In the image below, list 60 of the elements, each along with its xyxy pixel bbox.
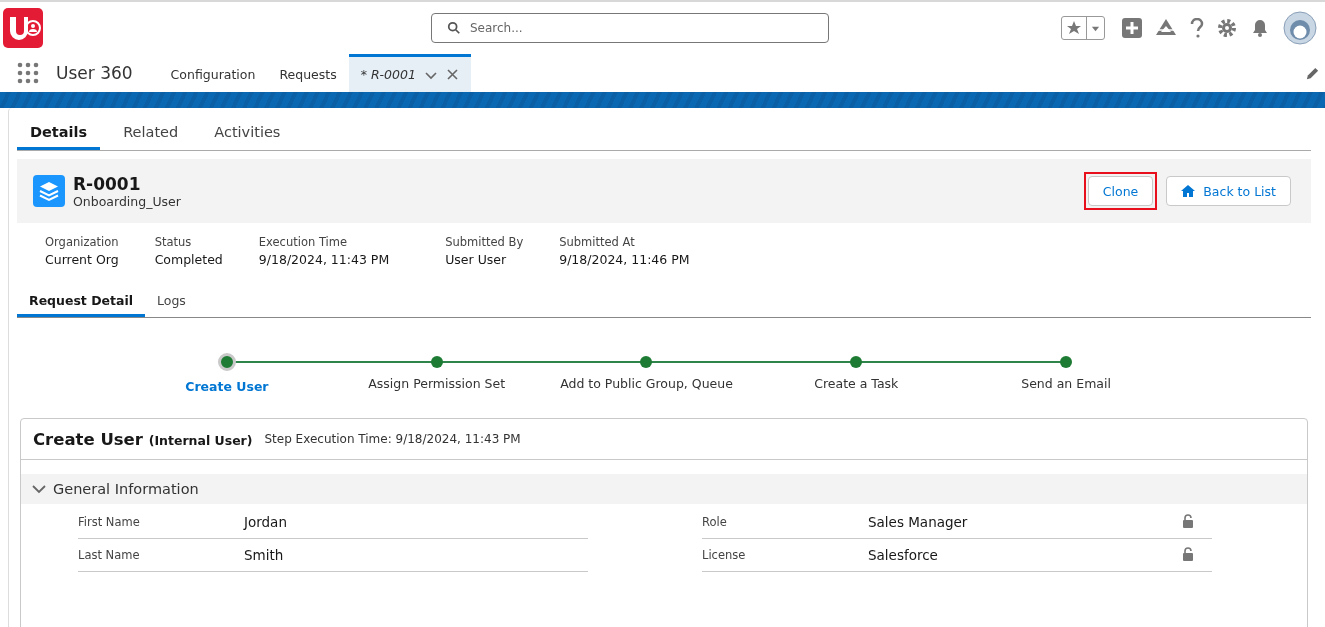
star-icon — [1066, 20, 1082, 36]
field-label: Role — [702, 515, 728, 529]
record-subtitle: Onboarding_User — [73, 193, 181, 209]
step-marker[interactable] — [1060, 356, 1073, 368]
field-label: Submitted At — [559, 235, 636, 249]
clone-button[interactable]: Clone — [1087, 176, 1154, 206]
field-value: Jordan — [244, 514, 288, 530]
layers-icon — [33, 175, 65, 207]
favorites-button[interactable] — [1061, 16, 1105, 40]
notifications-icon[interactable] — [1250, 18, 1270, 38]
field-label: Execution Time — [258, 235, 349, 249]
nav-tab[interactable]: * R-0001 — [348, 54, 471, 92]
help-icon[interactable] — [1190, 18, 1204, 38]
field-value: 9/18/2024, 11:46 PM — [559, 252, 690, 267]
step-execution-time: Step Execution Time: 9/18/2024, 11:43 PM — [264, 432, 521, 446]
app-name: User 360 — [56, 63, 133, 83]
field-label: First Name — [78, 515, 141, 529]
step-label[interactable]: Assign Permission Set — [368, 376, 506, 391]
step-label[interactable]: Send an Email — [1021, 376, 1111, 391]
field-label: Organization — [45, 235, 119, 249]
field-value: Smith — [244, 547, 285, 563]
nav-tab[interactable]: Configuration — [158, 54, 268, 92]
record-tab[interactable]: Details — [17, 116, 101, 150]
avatar[interactable] — [1283, 11, 1317, 45]
field-value: Completed — [154, 252, 223, 267]
step-marker[interactable] — [850, 356, 863, 368]
sub-tab[interactable]: Request Detail — [17, 287, 146, 317]
step-label[interactable]: Create User — [185, 379, 269, 394]
search-field[interactable]: Search... — [431, 13, 829, 43]
search-icon — [447, 21, 461, 35]
sub-tab[interactable]: Logs — [145, 287, 198, 317]
step-marker[interactable] — [217, 353, 236, 371]
step-title: Create User (Internal User) — [33, 429, 253, 449]
nav-tab[interactable]: Requests — [267, 54, 349, 92]
section-title: General Information — [53, 481, 199, 497]
field-value: 9/18/2024, 11:43 PM — [258, 252, 390, 267]
edit-icon[interactable] — [1305, 65, 1320, 81]
field-label: Last Name — [78, 548, 141, 562]
home-icon — [1181, 184, 1196, 198]
field-label: Status — [154, 235, 193, 249]
field-label: Submitted By — [445, 235, 524, 249]
section-header[interactable]: General Information — [21, 474, 1307, 504]
field-value: Current Org — [45, 252, 119, 267]
app-logo[interactable] — [3, 8, 43, 48]
field-value: Sales Manager — [868, 514, 969, 530]
record-tab[interactable]: Activities — [201, 116, 294, 150]
field-value: User User — [445, 252, 508, 267]
record-tab[interactable]: Related — [110, 116, 192, 150]
back-to-list-button[interactable]: Back to List — [1166, 176, 1291, 206]
field-label: License — [702, 548, 747, 562]
add-icon[interactable] — [1122, 18, 1142, 38]
close-icon — [445, 68, 459, 81]
step-marker[interactable] — [640, 356, 653, 368]
record-title: R-0001 — [73, 173, 142, 194]
field-value: Salesforce — [868, 547, 939, 563]
app-launcher-icon[interactable] — [17, 62, 39, 84]
step-marker[interactable] — [430, 356, 443, 368]
step-label[interactable]: Create a Task — [814, 376, 899, 391]
settings-icon[interactable] — [1217, 18, 1237, 38]
step-label[interactable]: Add to Public Group, Queue — [560, 376, 733, 391]
